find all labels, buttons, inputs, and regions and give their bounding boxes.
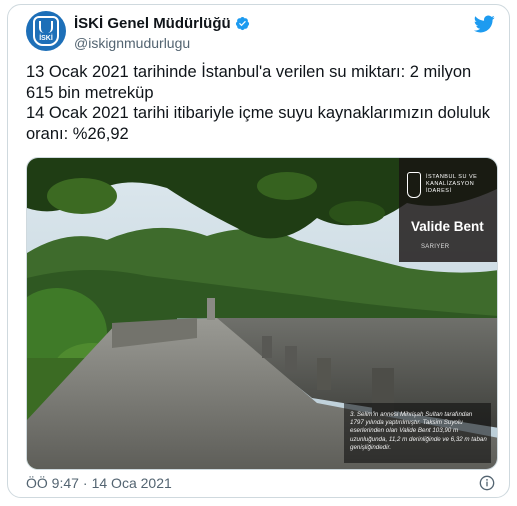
iski-logo-icon: [407, 172, 421, 198]
media-district: SARIYER: [421, 244, 450, 250]
tweet-line-1: 13 Ocak 2021 tarihinde İstanbul'a verile…: [26, 63, 472, 102]
media-caption-box: 3. Selim'in annesi Mihrişah Sultan taraf…: [344, 403, 491, 463]
info-icon[interactable]: [479, 475, 495, 491]
tweet-date[interactable]: 14 Oca 2021: [92, 475, 172, 491]
tweet-text: 13 Ocak 2021 tarihinde İstanbul'a verile…: [26, 62, 496, 144]
display-name[interactable]: İSKİ Genel Müdürlüğü: [74, 15, 231, 32]
media-title-overlay: İSTANBUL SU VE KANALİZASYON İDARESİ Vali…: [399, 158, 497, 262]
media-org-name: İSTANBUL SU VE KANALİZASYON İDARESİ: [426, 174, 478, 194]
avatar[interactable]: İSKİ: [26, 11, 66, 51]
tweet-timestamp[interactable]: ÖÖ 9:47 · 14 Oca 2021: [26, 475, 172, 491]
iski-logo-icon: İSKİ: [33, 16, 59, 46]
tweet-line-2: 14 Ocak 2021 tarihi itibariyle içme suyu…: [26, 104, 491, 143]
tweet-media-image[interactable]: İSTANBUL SU VE KANALİZASYON İDARESİ Vali…: [26, 157, 498, 470]
tweet-time[interactable]: ÖÖ 9:47: [26, 475, 79, 491]
twitter-bird-icon[interactable]: [473, 13, 495, 35]
verified-badge-icon: [235, 16, 249, 31]
meta-separator: ·: [82, 475, 88, 491]
author-name-row[interactable]: İSKİ Genel Müdürlüğü: [74, 15, 250, 32]
media-caption: 3. Selim'in annesi Mihrişah Sultan taraf…: [350, 411, 487, 451]
media-title: Valide Bent: [411, 219, 484, 234]
avatar-logo-text: İSKİ: [39, 35, 53, 42]
tweet-card[interactable]: İSKİ İSKİ Genel Müdürlüğü @iskignmudurlu…: [7, 4, 510, 498]
author-handle[interactable]: @iskignmudurlugu: [74, 35, 190, 51]
